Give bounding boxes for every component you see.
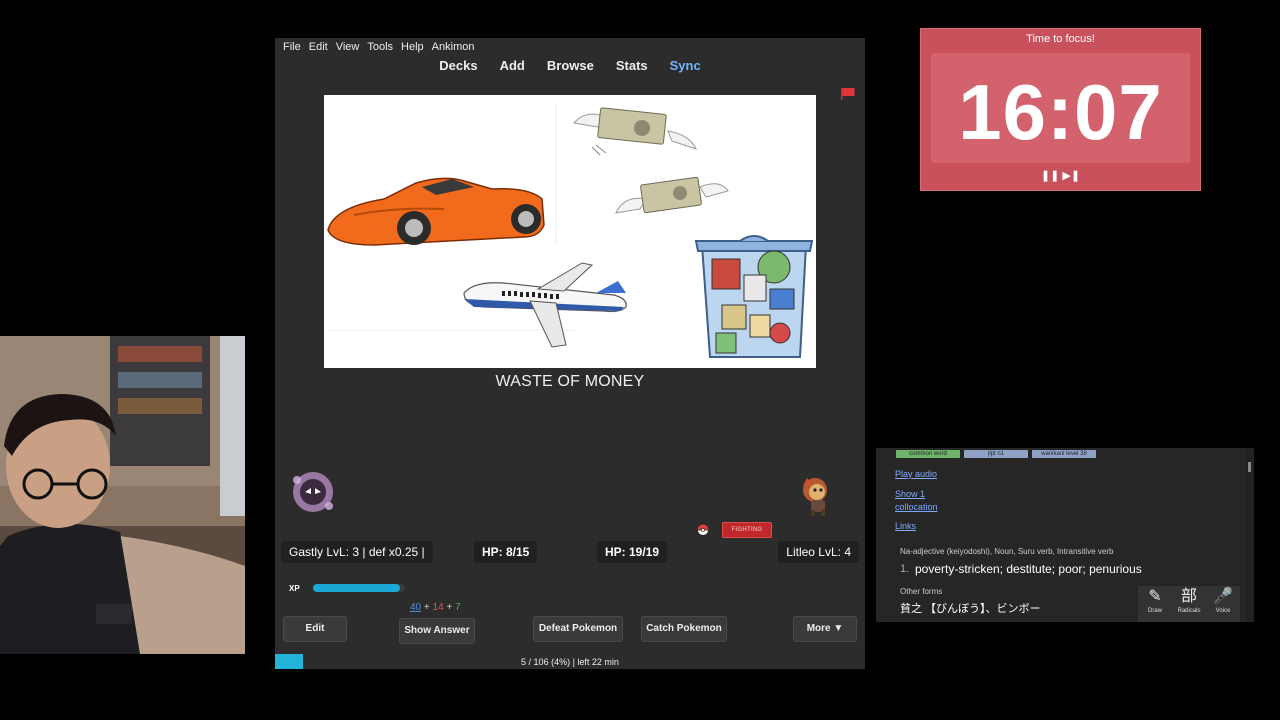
new-count: 40 (410, 602, 422, 613)
definition-number: 1. (900, 563, 910, 575)
toolbar-browse[interactable]: Browse (547, 58, 594, 78)
enemy-pokemon-info: Litleo LvL: 4 (778, 541, 859, 563)
scrollbar-thumb[interactable] (1248, 462, 1251, 472)
dictionary-scrollbar[interactable] (1246, 448, 1254, 622)
menu-ankimon[interactable]: Ankimon (428, 41, 479, 53)
menu-edit[interactable]: Edit (305, 41, 332, 53)
toolbar-add[interactable]: Add (500, 58, 525, 78)
litleo-sprite-icon (803, 478, 827, 516)
show-collocation-line2: collocation (895, 502, 938, 512)
edit-button[interactable]: Edit (283, 616, 347, 642)
player-hp: HP: 8/15 (474, 541, 538, 563)
menu-view[interactable]: View (332, 41, 364, 53)
microphone-icon: 🎤 (1213, 588, 1233, 605)
radicals-label: Radicals (1177, 608, 1201, 614)
show-answer-button[interactable]: Show Answer (399, 618, 475, 644)
toolbar-decks[interactable]: Decks (439, 58, 477, 78)
play-audio-link[interactable]: Play audio (895, 469, 937, 479)
more-button[interactable]: More ▼ (793, 616, 857, 642)
player-pokemon-info: Gastly LvL: 3 | def x0.25 | (281, 541, 433, 563)
other-forms-text: 貧之 【びんぼう】、ビンボー (900, 603, 1041, 615)
definition-text: poverty-stricken; destitute; poor; penur… (915, 562, 1142, 576)
menu-help[interactable]: Help (397, 41, 428, 53)
draw-icon: ✎ (1148, 588, 1162, 605)
toolbar-stats[interactable]: Stats (616, 58, 648, 78)
card-answer-text: WASTE OF MONEY (495, 373, 645, 390)
timer-title: Time to focus! (1026, 33, 1095, 45)
xp-label: XP (289, 584, 300, 593)
toolbar-sync[interactable]: Sync (670, 58, 701, 78)
catch-pokemon-button[interactable]: Catch Pokemon (641, 616, 727, 642)
draw-tool-button[interactable]: ✎ Draw (1139, 586, 1171, 622)
review-counts: 40 + 14 + 7 (410, 602, 461, 613)
review-count: 7 (455, 602, 461, 613)
show-collocation-line1: Show 1 (895, 489, 926, 499)
flag-icon[interactable] (841, 88, 855, 100)
focus-timer: Time to focus! 16:07 ❚❚ ▶❚ (920, 28, 1201, 191)
anki-window: File Edit View Tools Help Ankimon Decks … (275, 38, 865, 669)
radicals-tool-button[interactable]: 部 Radicals (1173, 586, 1205, 622)
pokeball-icon (697, 524, 709, 536)
timer-time: 16:07 (958, 68, 1163, 156)
menu-file[interactable]: File (275, 41, 305, 53)
voice-label: Voice (1215, 608, 1231, 614)
radicals-icon: 部 (1180, 588, 1197, 605)
menu-tools[interactable]: Tools (363, 41, 397, 53)
show-collocation-link[interactable]: Show 1 collocation (895, 488, 938, 514)
timer-controls[interactable]: ❚❚ ▶❚ (921, 169, 1200, 182)
trash-bin-image (694, 235, 814, 358)
tag-wanikani: wanikani level 38 (1032, 450, 1096, 458)
progress-text: 5 / 106 (4%) | left 22 min (521, 657, 619, 667)
input-tools: ✎ Draw 部 Radicals 🎤 Voice (1138, 586, 1240, 622)
other-forms-label: Other forms (900, 587, 943, 596)
defeat-pokemon-button[interactable]: Defeat Pokemon (533, 616, 623, 642)
enemy-hp: HP: 19/19 (597, 541, 668, 563)
timer-display: 16:07 (931, 53, 1190, 163)
tag-jlpt: jlpt n1 (964, 450, 1028, 458)
plus-sign: + (423, 602, 430, 613)
main-toolbar: Decks Add Browse Stats Sync (275, 58, 865, 78)
gastly-sprite-icon (293, 472, 333, 512)
webcam-feed (0, 336, 245, 654)
draw-label: Draw (1147, 608, 1162, 614)
part-of-speech: Na-adjective (keiyodoshi), Noun, Suru ve… (900, 547, 1114, 556)
xp-bar (313, 584, 405, 592)
xp-bar-fill (313, 584, 401, 592)
tag-common-word: common word (896, 450, 960, 458)
dictionary-panel: common word jlpt n1 wanikani level 38 Pl… (876, 448, 1254, 622)
menu-bar: File Edit View Tools Help Ankimon (275, 38, 865, 56)
links-link[interactable]: Links (895, 521, 916, 531)
learn-count: 14 (432, 602, 444, 613)
card-illustration (324, 95, 816, 368)
plus-sign: + (446, 602, 453, 613)
voice-tool-button[interactable]: 🎤 Voice (1207, 586, 1239, 622)
enemy-type-badge: FIGHTING (722, 522, 772, 538)
